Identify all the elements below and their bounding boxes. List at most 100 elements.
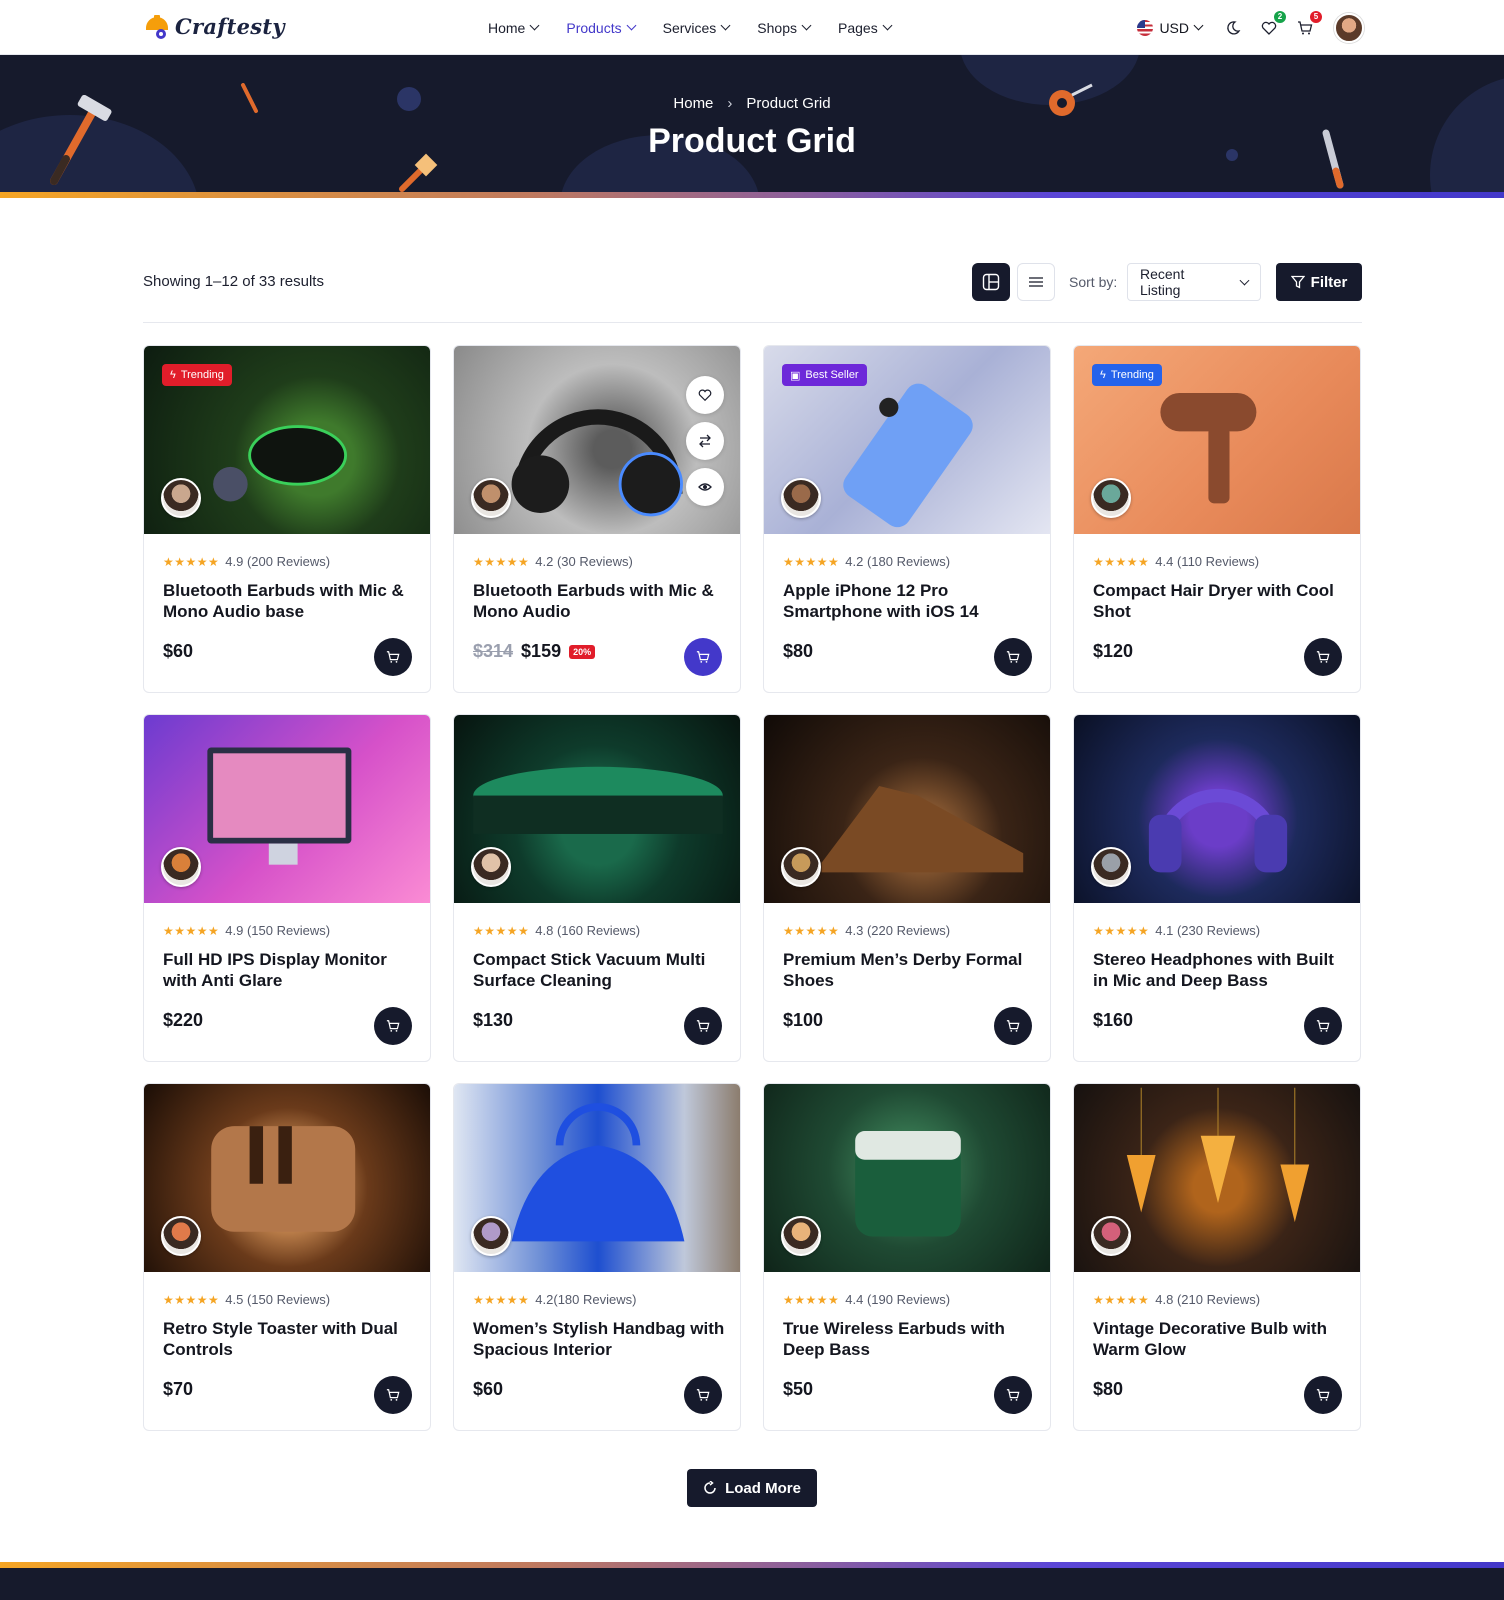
moon-icon: [1227, 20, 1241, 35]
user-avatar[interactable]: [1334, 12, 1364, 43]
price-row: $60: [163, 641, 193, 662]
filter-button[interactable]: Filter: [1276, 263, 1362, 301]
product-card[interactable]: ▣ Best Seller ★★★★★ 4.2 (180 Reviews) App…: [763, 345, 1051, 693]
cart-icon: [1006, 1389, 1020, 1401]
product-title[interactable]: True Wireless Earbuds with Deep Bass: [783, 1318, 1038, 1360]
product-image[interactable]: [454, 346, 740, 534]
nav-item-pages[interactable]: Pages: [838, 20, 893, 36]
nav-item-shops[interactable]: Shops: [757, 20, 812, 36]
breadcrumb-home[interactable]: Home: [673, 95, 713, 112]
product-card[interactable]: ★★★★★ 4.4 (190 Reviews) True Wireless Ea…: [763, 1083, 1051, 1431]
product-image[interactable]: [764, 715, 1050, 903]
nav-item-home[interactable]: Home: [488, 20, 540, 36]
product-rating: ★★★★★ 4.3 (220 Reviews): [783, 923, 950, 938]
seller-avatar[interactable]: [471, 1216, 511, 1256]
add-to-cart-button[interactable]: [684, 1376, 722, 1414]
wishlist-button[interactable]: 2: [1258, 10, 1286, 39]
product-title[interactable]: Compact Hair Dryer with Cool Shot: [1093, 580, 1348, 622]
add-to-cart-button[interactable]: [684, 638, 722, 676]
product-title[interactable]: Compact Stick Vacuum Multi Surface Clean…: [473, 949, 728, 991]
product-price: $60: [473, 1379, 504, 1399]
product-image[interactable]: ϟ Trending: [1074, 346, 1360, 534]
product-image[interactable]: ϟ Trending: [144, 346, 430, 534]
seller-avatar[interactable]: [1091, 1216, 1131, 1256]
product-card[interactable]: ★★★★★ 4.9 (150 Reviews) Full HD IPS Disp…: [143, 714, 431, 1062]
product-card[interactable]: ★★★★★ 4.5 (150 Reviews) Retro Style Toas…: [143, 1083, 431, 1431]
product-image[interactable]: [1074, 1084, 1360, 1272]
price-row: $314 $159 20%: [473, 641, 596, 662]
add-to-wishlist-button[interactable]: [686, 376, 724, 414]
seller-avatar[interactable]: [1091, 847, 1131, 887]
rating-text: 4.9 (200 Reviews): [225, 554, 331, 569]
product-title[interactable]: Retro Style Toaster with Dual Controls: [163, 1318, 418, 1360]
product-rating: ★★★★★ 4.9 (150 Reviews): [163, 923, 330, 938]
nav-item-products[interactable]: Products: [566, 20, 637, 36]
currency-selector[interactable]: USD: [1137, 19, 1204, 36]
add-to-cart-button[interactable]: [994, 1376, 1032, 1414]
brand-logo[interactable]: Craftesty: [143, 12, 285, 40]
product-title[interactable]: Stereo Headphones with Built in Mic and …: [1093, 949, 1348, 991]
seller-avatar[interactable]: [781, 847, 821, 887]
product-image[interactable]: [144, 715, 430, 903]
add-to-cart-button[interactable]: [994, 638, 1032, 676]
product-card[interactable]: ★★★★★ 4.2 (30 Reviews) Bluetooth Earbuds…: [453, 345, 741, 693]
add-to-cart-button[interactable]: [994, 1007, 1032, 1045]
product-card[interactable]: ϟ Trending ★★★★★ 4.9 (200 Reviews) Blueto…: [143, 345, 431, 693]
seller-avatar[interactable]: [1091, 478, 1131, 518]
add-to-cart-button[interactable]: [374, 638, 412, 676]
star-rating-icon: ★★★★★: [783, 1292, 840, 1307]
cart-button[interactable]: 5: [1294, 10, 1322, 39]
add-to-cart-button[interactable]: [1304, 1376, 1342, 1414]
product-card[interactable]: ★★★★★ 4.2(180 Reviews) Women’s Stylish H…: [453, 1083, 741, 1431]
award-icon: ▣: [790, 369, 801, 382]
product-title[interactable]: Full HD IPS Display Monitor with Anti Gl…: [163, 949, 418, 991]
quick-view-button[interactable]: [686, 468, 724, 506]
add-to-cart-button[interactable]: [374, 1007, 412, 1045]
add-to-cart-button[interactable]: [684, 1007, 722, 1045]
product-image[interactable]: ▣ Best Seller: [764, 346, 1050, 534]
product-image[interactable]: [1074, 715, 1360, 903]
dark-mode-toggle[interactable]: [1222, 17, 1244, 39]
load-more-button[interactable]: Load More: [687, 1469, 817, 1507]
product-title[interactable]: Bluetooth Earbuds with Mic & Mono Audio …: [163, 580, 418, 622]
rating-text: 4.8 (210 Reviews): [1155, 1292, 1261, 1307]
star-rating-icon: ★★★★★: [473, 923, 530, 938]
product-image[interactable]: [764, 1084, 1050, 1272]
product-title[interactable]: Apple iPhone 12 Pro Smartphone with iOS …: [783, 580, 1038, 622]
product-card[interactable]: ϟ Trending ★★★★★ 4.4 (110 Reviews) Compac…: [1073, 345, 1361, 693]
product-card[interactable]: ★★★★★ 4.8 (210 Reviews) Vintage Decorati…: [1073, 1083, 1361, 1431]
card-actions: [686, 376, 724, 506]
grid-view-button[interactable]: [972, 263, 1010, 301]
add-to-cart-button[interactable]: [1304, 1007, 1342, 1045]
seller-avatar[interactable]: [471, 847, 511, 887]
add-to-cart-button[interactable]: [1304, 638, 1342, 676]
product-card[interactable]: ★★★★★ 4.8 (160 Reviews) Compact Stick Va…: [453, 714, 741, 1062]
rating-text: 4.9 (150 Reviews): [225, 923, 331, 938]
seller-avatar[interactable]: [161, 478, 201, 518]
list-view-button[interactable]: [1017, 263, 1055, 301]
product-title[interactable]: Vintage Decorative Bulb with Warm Glow: [1093, 1318, 1348, 1360]
nav-item-services[interactable]: Services: [663, 20, 731, 36]
product-price: $50: [783, 1379, 814, 1399]
product-title[interactable]: Premium Men’s Derby Formal Shoes: [783, 949, 1038, 991]
product-title[interactable]: Women’s Stylish Handbag with Spacious In…: [473, 1318, 728, 1360]
add-to-cart-button[interactable]: [374, 1376, 412, 1414]
seller-avatar[interactable]: [781, 478, 821, 518]
product-image[interactable]: [144, 1084, 430, 1272]
compare-button[interactable]: [686, 422, 724, 460]
product-image[interactable]: [454, 1084, 740, 1272]
product-card[interactable]: ★★★★★ 4.3 (220 Reviews) Premium Men’s De…: [763, 714, 1051, 1062]
seller-avatar[interactable]: [781, 1216, 821, 1256]
product-image[interactable]: [454, 715, 740, 903]
list-view-icon: [1029, 277, 1043, 287]
site-footer: [0, 1568, 1504, 1600]
seller-avatar[interactable]: [471, 478, 511, 518]
seller-avatar[interactable]: [161, 1216, 201, 1256]
sort-dropdown[interactable]: Recent Listing: [1127, 263, 1261, 301]
seller-avatar[interactable]: [161, 847, 201, 887]
product-title[interactable]: Bluetooth Earbuds with Mic & Mono Audio: [473, 580, 728, 622]
rating-text: 4.1 (230 Reviews): [1155, 923, 1261, 938]
product-card[interactable]: ★★★★★ 4.1 (230 Reviews) Stereo Headphone…: [1073, 714, 1361, 1062]
star-rating-icon: ★★★★★: [1093, 923, 1150, 938]
sort-label: Sort by:: [1069, 274, 1118, 290]
